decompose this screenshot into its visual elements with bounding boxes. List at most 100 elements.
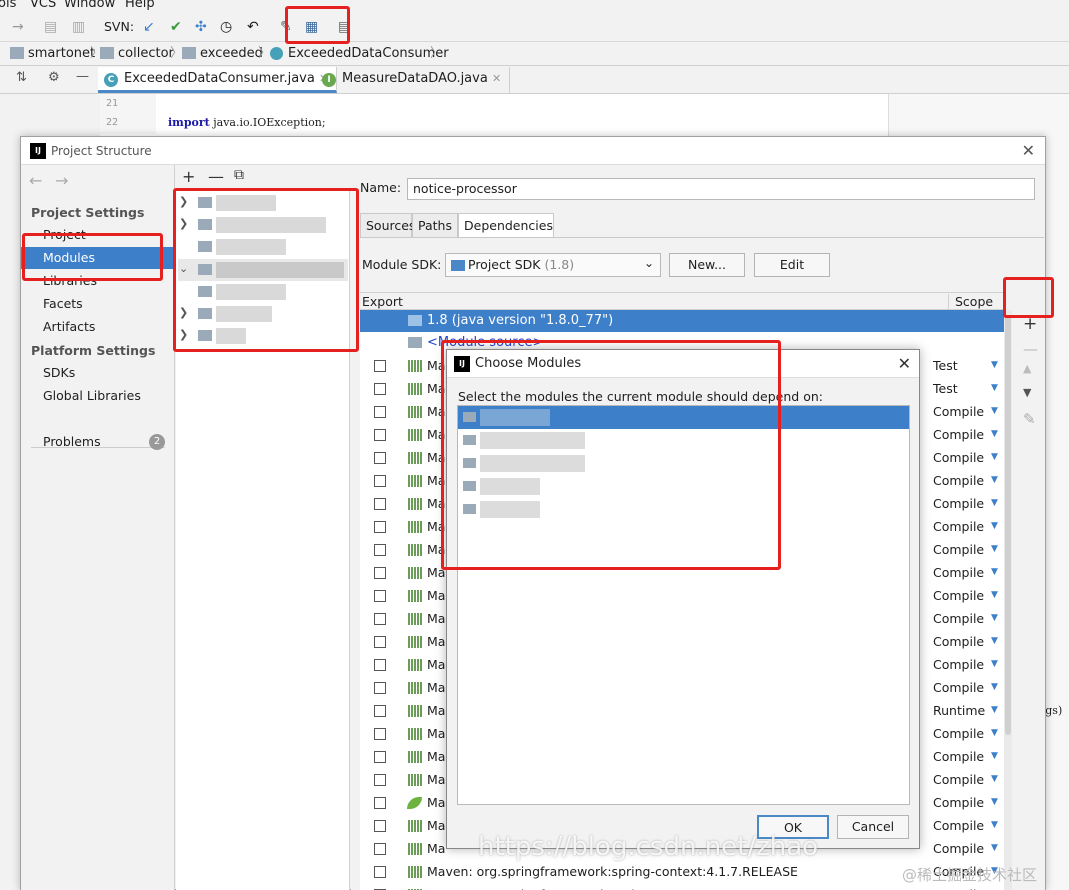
export-checkbox[interactable] <box>374 360 386 372</box>
scope-value[interactable]: Test <box>933 381 958 396</box>
scope-value[interactable]: Compile <box>933 565 984 580</box>
scope-dropdown-icon[interactable]: ▼ <box>991 682 998 692</box>
breadcrumb-item[interactable]: ExceededDataConsumer <box>288 46 449 62</box>
close-icon[interactable]: ✕ <box>1022 141 1035 160</box>
scope-value[interactable]: Compile <box>933 795 984 810</box>
scope-value[interactable]: Compile <box>933 818 984 833</box>
scope-column-header[interactable]: Scope <box>948 294 993 309</box>
scope-value[interactable]: Compile <box>933 634 984 649</box>
export-checkbox[interactable] <box>374 682 386 694</box>
copy-icon[interactable]: ⧉ <box>234 167 244 183</box>
menu-item-window[interactable]: Window <box>64 0 115 11</box>
scope-dropdown-icon[interactable]: ▼ <box>991 498 998 508</box>
forward-icon[interactable]: → <box>12 18 24 36</box>
scope-dropdown-icon[interactable]: ▼ <box>991 475 998 485</box>
export-checkbox[interactable] <box>374 406 386 418</box>
svn-update-icon[interactable]: ↙ <box>143 18 155 36</box>
scope-dropdown-icon[interactable]: ▼ <box>991 705 998 715</box>
sync-icon[interactable]: ⇅ <box>16 70 27 85</box>
sidebar-item-artifacts[interactable]: Artifacts <box>21 316 175 338</box>
scope-value[interactable]: Compile <box>933 726 984 741</box>
scope-dropdown-icon[interactable]: ▼ <box>991 429 998 439</box>
scrollbar-thumb[interactable] <box>1005 315 1011 735</box>
scope-value[interactable]: Compile <box>933 427 984 442</box>
scope-dropdown-icon[interactable]: ▼ <box>991 360 998 370</box>
cancel-button[interactable]: Cancel <box>837 815 909 839</box>
gear-icon[interactable]: ⚙ <box>48 70 60 85</box>
history-icon[interactable]: ▥ <box>72 18 85 36</box>
table-row-sdk[interactable]: 1.8 (java version "1.8.0_77") <box>360 310 1004 332</box>
scope-dropdown-icon[interactable]: ▼ <box>991 544 998 554</box>
export-checkbox[interactable] <box>374 659 386 671</box>
scope-value[interactable]: Compile <box>933 749 984 764</box>
back-icon[interactable]: ← <box>29 171 42 190</box>
remove-icon[interactable]: — <box>1023 340 1038 358</box>
remove-icon[interactable]: — <box>208 167 224 186</box>
sidebar-item-problems[interactable]: Problems 2 <box>21 431 175 453</box>
export-checkbox[interactable] <box>374 774 386 786</box>
export-checkbox[interactable] <box>374 843 386 855</box>
tab-sources[interactable]: Sources <box>360 213 415 237</box>
scope-dropdown-icon[interactable]: ▼ <box>991 613 998 623</box>
move-up-icon[interactable]: ▲ <box>1023 362 1031 375</box>
close-icon[interactable]: ✕ <box>492 72 501 85</box>
scope-value[interactable]: Compile <box>933 772 984 787</box>
scope-dropdown-icon[interactable]: ▼ <box>991 590 998 600</box>
scope-dropdown-icon[interactable]: ▼ <box>991 383 998 393</box>
tab-paths[interactable]: Paths <box>412 213 458 237</box>
export-checkbox[interactable] <box>374 498 386 510</box>
export-checkbox[interactable] <box>374 820 386 832</box>
scope-value[interactable]: Compile <box>933 496 984 511</box>
tab-exceeded-data-consumer[interactable]: C ExceededDataConsumer.java ✕ <box>98 67 338 93</box>
scope-dropdown-icon[interactable]: ▼ <box>991 452 998 462</box>
menu-item-help[interactable]: Help <box>125 0 155 11</box>
export-checkbox[interactable] <box>374 705 386 717</box>
scope-dropdown-icon[interactable]: ▼ <box>991 521 998 531</box>
hide-icon[interactable]: — <box>76 69 89 84</box>
edit-sdk-button[interactable]: Edit <box>754 253 830 277</box>
tab-measure-data-dao[interactable]: I MeasureDataDAO.java ✕ <box>316 67 511 93</box>
export-checkbox[interactable] <box>374 475 386 487</box>
scope-value[interactable]: Compile <box>933 680 984 695</box>
close-icon[interactable]: ✕ <box>898 354 911 373</box>
forward-icon[interactable]: → <box>55 171 68 190</box>
add-icon[interactable]: + <box>182 167 195 186</box>
scope-dropdown-icon[interactable]: ▼ <box>991 406 998 416</box>
scope-value[interactable]: Compile <box>933 473 984 488</box>
scope-value[interactable]: Compile <box>933 542 984 557</box>
scope-dropdown-icon[interactable]: ▼ <box>991 820 998 830</box>
export-checkbox[interactable] <box>374 452 386 464</box>
export-column-header[interactable]: Export <box>362 294 403 309</box>
svn-commit-icon[interactable]: ✔ <box>170 18 182 36</box>
sidebar-item-global-libraries[interactable]: Global Libraries <box>21 385 175 407</box>
scope-dropdown-icon[interactable]: ▼ <box>991 797 998 807</box>
save-icon[interactable]: ▤ <box>44 18 57 36</box>
export-checkbox[interactable] <box>374 567 386 579</box>
export-checkbox[interactable] <box>374 613 386 625</box>
svn-compare-icon[interactable]: ✣ <box>195 18 207 36</box>
scope-value[interactable]: Runtime <box>933 703 985 718</box>
menu-item-tools[interactable]: ols <box>0 0 16 11</box>
scope-dropdown-icon[interactable]: ▼ <box>991 636 998 646</box>
scope-dropdown-icon[interactable]: ▼ <box>991 659 998 669</box>
scope-value[interactable]: Compile <box>933 519 984 534</box>
svn-revert-icon[interactable]: ↶ <box>247 18 259 36</box>
edit-icon[interactable]: ✎ <box>1023 410 1036 428</box>
module-sdk-select[interactable]: Project SDK (1.8) ⌄ <box>445 253 661 277</box>
breadcrumb-item[interactable]: exceeded <box>200 46 263 62</box>
scope-value[interactable]: Compile <box>933 588 984 603</box>
scope-value[interactable]: Compile <box>933 657 984 672</box>
move-down-icon[interactable]: ▼ <box>1023 386 1031 399</box>
scope-dropdown-icon[interactable]: ▼ <box>991 843 998 853</box>
scope-value[interactable]: Compile <box>933 450 984 465</box>
export-checkbox[interactable] <box>374 728 386 740</box>
export-checkbox[interactable] <box>374 521 386 533</box>
scope-dropdown-icon[interactable]: ▼ <box>991 567 998 577</box>
export-checkbox[interactable] <box>374 383 386 395</box>
export-checkbox[interactable] <box>374 544 386 556</box>
scope-dropdown-icon[interactable]: ▼ <box>991 774 998 784</box>
scope-value[interactable]: Compile <box>933 841 984 856</box>
export-checkbox[interactable] <box>374 636 386 648</box>
export-checkbox[interactable] <box>374 429 386 441</box>
menu-item-vcs[interactable]: VCS <box>30 0 56 11</box>
